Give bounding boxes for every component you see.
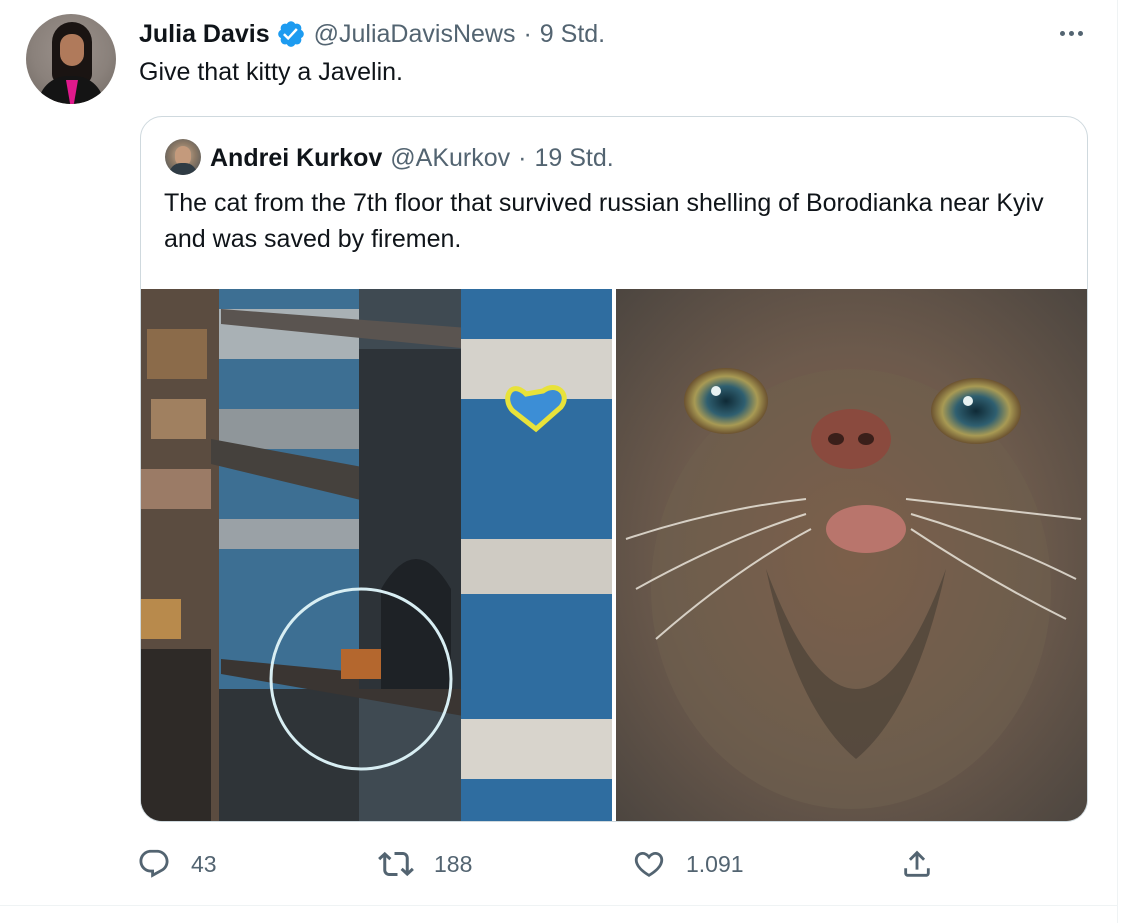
- header-separator: ·: [523, 19, 532, 48]
- quoted-tweet-header: Andrei Kurkov @AKurkov · 19 Std.: [210, 143, 614, 173]
- building-photo[interactable]: [141, 289, 612, 821]
- column-divider: [1117, 0, 1118, 923]
- like-icon: [632, 847, 666, 881]
- author-name[interactable]: Julia Davis: [139, 20, 270, 49]
- tweet-text: Give that kitty a Javelin.: [139, 58, 404, 86]
- tweet-divider: [0, 905, 1117, 906]
- cat-photo[interactable]: [616, 289, 1087, 821]
- reply-icon: [137, 847, 171, 881]
- tweet-timestamp[interactable]: 9 Std.: [540, 20, 605, 49]
- retweet-button[interactable]: 188: [378, 842, 472, 886]
- author-handle[interactable]: @JuliaDavisNews: [314, 20, 516, 49]
- quoted-tweet-card[interactable]: Andrei Kurkov @AKurkov · 19 Std. The cat…: [140, 116, 1088, 822]
- quoted-tweet-text: The cat from the 7th floor that survived…: [164, 189, 1044, 253]
- reply-button[interactable]: 43: [137, 842, 217, 886]
- author-avatar[interactable]: [26, 14, 116, 104]
- tweet-header: Julia Davis @JuliaDavisNews · 9 Std.: [139, 18, 605, 50]
- quoted-header-separator: ·: [518, 143, 527, 172]
- like-count: 1.091: [686, 850, 744, 877]
- quoted-tweet-timestamp: 19 Std.: [534, 143, 614, 172]
- quoted-author-name: Andrei Kurkov: [210, 143, 383, 172]
- retweet-icon: [378, 846, 414, 882]
- reply-count: 43: [191, 850, 217, 877]
- like-button[interactable]: 1.091: [632, 842, 744, 886]
- quoted-tweet-media: [141, 289, 1087, 821]
- avatar-face: [60, 34, 84, 66]
- quoted-avatar-body: [169, 163, 197, 175]
- tweet-actions-bar: 43 188 1.091: [0, 842, 1117, 886]
- share-icon: [900, 847, 934, 881]
- quoted-author-handle: @AKurkov: [390, 143, 511, 172]
- retweet-count: 188: [434, 850, 473, 877]
- verified-badge-icon: [276, 19, 306, 49]
- quoted-author-avatar: [165, 139, 201, 175]
- share-button[interactable]: [900, 842, 934, 886]
- more-options-icon[interactable]: [1054, 20, 1088, 46]
